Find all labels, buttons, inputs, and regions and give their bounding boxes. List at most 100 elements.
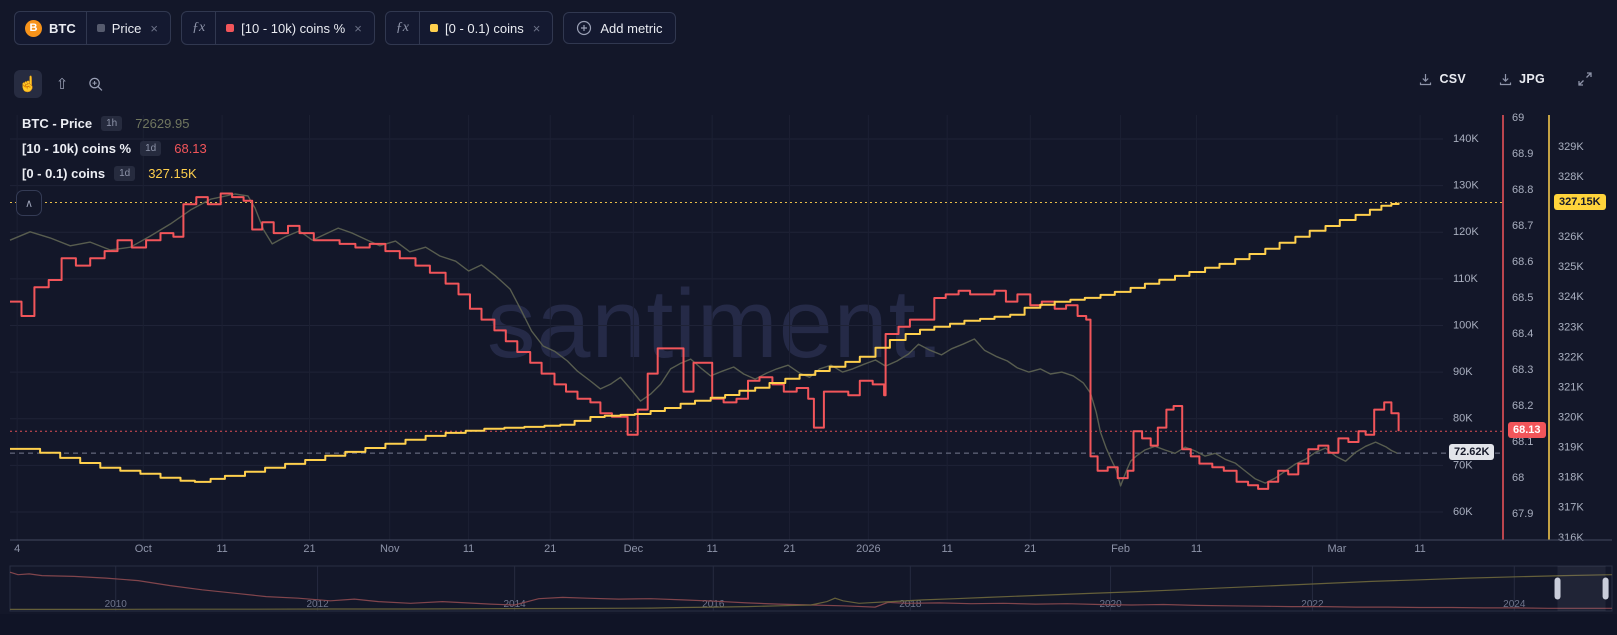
navigator-handle-left[interactable] [1555, 578, 1561, 600]
axis-label: 90K [1453, 366, 1473, 378]
last-value-lines [10, 203, 1503, 454]
x-tick-label: Dec [624, 543, 644, 555]
axis-label: 68 [1512, 472, 1524, 484]
legend-price-value: 72629.95 [135, 116, 189, 131]
x-tick-label: 2026 [856, 543, 880, 555]
series-lines [10, 194, 1399, 489]
legend-metric-1-label: [10 - 10k) coins % [22, 141, 131, 156]
chevron-up-icon: ∧ [25, 197, 33, 210]
x-tick-label: Feb [1111, 543, 1130, 555]
fullscreen-button[interactable] [1571, 70, 1599, 88]
axis-label: 68.6 [1512, 256, 1533, 268]
hand-cursor-icon: ☝ [19, 75, 38, 93]
x-tick-label: 11 [706, 543, 717, 555]
axis-label: 140K [1453, 133, 1479, 145]
axis-label: 320K [1558, 411, 1584, 423]
navigator-selection[interactable] [1558, 566, 1606, 611]
x-tick-label: 21 [544, 543, 556, 555]
price-last-value-badge: 72.62K [1449, 444, 1494, 460]
series-price [10, 194, 1397, 486]
x-tick-label: 11 [216, 543, 227, 555]
x-tick-label: Nov [380, 543, 400, 555]
axis-label: 317K [1558, 502, 1584, 514]
legend-price-label: BTC - Price [22, 116, 92, 131]
axis-label: 326K [1558, 231, 1584, 243]
axis-label: 68.3 [1512, 364, 1533, 376]
legend-metric-2-value: 327.15K [148, 166, 196, 181]
legend-row-price[interactable]: BTC - Price 1h 72629.95 [22, 116, 207, 131]
navigator-year-label: 2010 [105, 599, 128, 610]
chart-legend: BTC - Price 1h 72629.95 [10 - 10k) coins… [22, 116, 207, 191]
interval-badge[interactable]: 1d [140, 141, 161, 156]
axis-label: 323K [1558, 321, 1584, 333]
chart-tools: ☝ ⇧ [14, 70, 110, 98]
legend-metric-1-value: 68.13 [174, 141, 207, 156]
csv-label: CSV [1439, 72, 1466, 86]
axis-label: 67.9 [1512, 508, 1533, 520]
axis-label: 68.9 [1512, 148, 1533, 160]
axis-label: 324K [1558, 291, 1584, 303]
axis-label: 68.5 [1512, 292, 1533, 304]
axis-label: 319K [1558, 442, 1584, 454]
download-csv-button[interactable]: CSV [1412, 71, 1472, 88]
axis-label: 68.4 [1512, 328, 1533, 340]
axis-label: 325K [1558, 261, 1584, 273]
pct-last-value-badge: 68.13 [1508, 422, 1546, 438]
axis-label: 60K [1453, 506, 1473, 518]
axis-label: 69 [1512, 112, 1524, 124]
x-tick-label: 11 [1414, 543, 1425, 555]
download-icon [1418, 72, 1433, 87]
legend-row-metric-2[interactable]: [0 - 0.1) coins 1d 327.15K [22, 166, 207, 181]
axis-label: 70K [1453, 459, 1473, 471]
axis-label: 68.2 [1512, 400, 1533, 412]
navigator-year-label: 2022 [1301, 599, 1324, 610]
expand-icon [1577, 71, 1593, 87]
download-jpg-button[interactable]: JPG [1492, 71, 1551, 88]
axis-label: 110K [1453, 273, 1479, 285]
axis-label: 329K [1558, 141, 1584, 153]
x-tick-label: Mar [1327, 543, 1346, 555]
x-tick-label: 11 [941, 543, 952, 555]
download-icon [1498, 72, 1513, 87]
x-tick-label: 4 [14, 543, 20, 555]
collapse-legend-button[interactable]: ∧ [16, 190, 42, 216]
x-tick-label: 11 [463, 543, 474, 555]
x-tick-label: 21 [783, 543, 795, 555]
axis-label: 100K [1453, 319, 1479, 331]
x-tick-label: 21 [1024, 543, 1036, 555]
series-pct [10, 194, 1399, 489]
interval-badge[interactable]: 1d [114, 166, 135, 181]
axis-label: 322K [1558, 351, 1584, 363]
x-tick-label: 11 [1191, 543, 1202, 555]
axis-label: 80K [1453, 413, 1473, 425]
axis-label: 328K [1558, 171, 1584, 183]
axis-label: 68.8 [1512, 184, 1533, 196]
series-supply [10, 203, 1399, 482]
x-tick-label: 21 [303, 543, 315, 555]
axis-label: 321K [1558, 381, 1584, 393]
chart-canvas[interactable]: 140K 130K 120K 110K 100K 90K 80K 70K 60K 69 68.9 68… [0, 0, 1617, 635]
supply-last-value-badge: 327.15K [1554, 194, 1606, 210]
pan-arrow-tool-button[interactable]: ⇧ [48, 70, 76, 98]
navigator-series-1 [10, 575, 1612, 610]
navigator-handle-right[interactable] [1603, 578, 1609, 600]
zoom-in-tool-button[interactable] [82, 70, 110, 98]
axis-label: 68.7 [1512, 220, 1533, 232]
axis-label: 316K [1558, 532, 1584, 544]
legend-metric-2-label: [0 - 0.1) coins [22, 166, 105, 181]
axis-label: 318K [1558, 472, 1584, 484]
export-buttons: CSV JPG [1412, 70, 1599, 88]
axis-label: 120K [1453, 226, 1479, 238]
axis-label: 130K [1453, 180, 1479, 192]
up-arrow-icon: ⇧ [56, 75, 69, 93]
magnifier-plus-icon [88, 76, 104, 93]
jpg-label: JPG [1519, 72, 1545, 86]
legend-row-metric-1[interactable]: [10 - 10k) coins % 1d 68.13 [22, 141, 207, 156]
y-axes: 140K 130K 120K 110K 100K 90K 80K 70K 60K 69 68.9 68… [10, 112, 1612, 555]
pointer-hand-tool-button[interactable]: ☝ [14, 70, 42, 98]
interval-badge[interactable]: 1h [101, 116, 122, 131]
navigator-series-0 [10, 572, 1612, 608]
x-tick-label: Oct [135, 543, 152, 555]
timeline-navigator[interactable]: 20102012201420162018202020222024 [10, 566, 1612, 611]
santiment-chart-app: B BTC Price × ƒx [10 - 10k) coins % × [0, 0, 1617, 635]
